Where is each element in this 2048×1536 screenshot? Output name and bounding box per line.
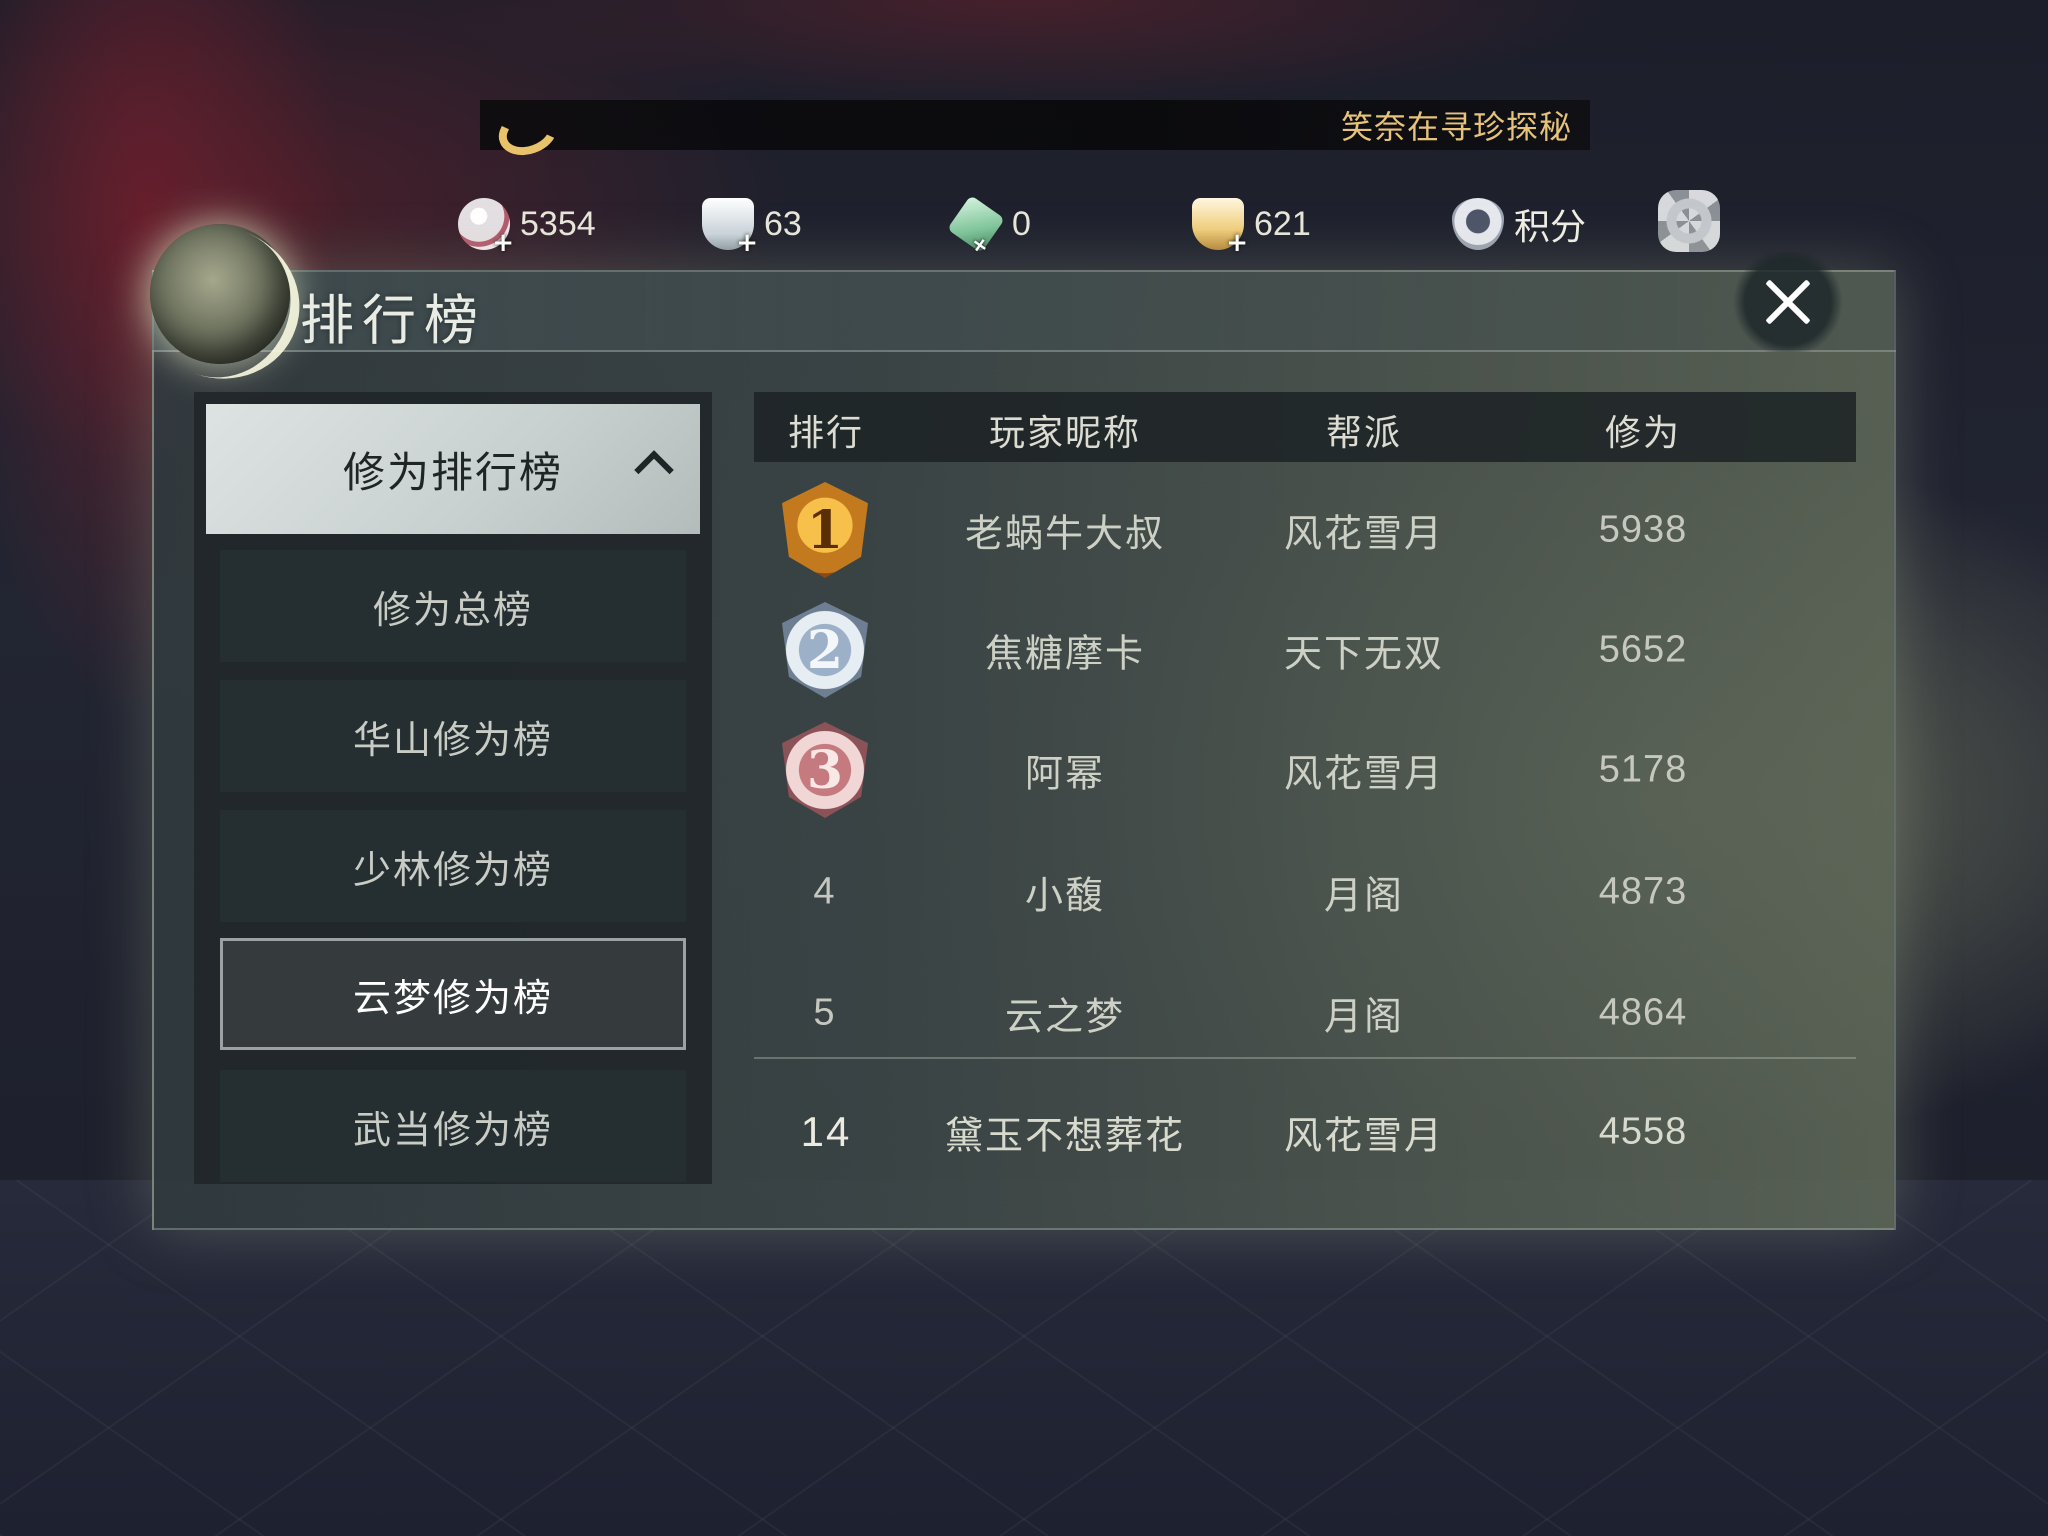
cultivation-score: 4873 bbox=[1598, 870, 1688, 913]
player-name: 云之梦 bbox=[1004, 994, 1126, 1039]
cultivation-score: 5178 bbox=[1598, 748, 1688, 791]
background-floor bbox=[0, 1180, 2048, 1536]
settings-icon[interactable] bbox=[1658, 190, 1720, 252]
guild-name: 月阁 bbox=[1323, 994, 1405, 1039]
score-button[interactable]: 积分 bbox=[1452, 198, 1586, 250]
currency-value: 0 bbox=[1012, 204, 1031, 243]
rank-number: 5 bbox=[813, 991, 837, 1034]
menu-item-huashan[interactable]: 华山修为榜 bbox=[220, 680, 686, 792]
rank-number: 4 bbox=[813, 870, 837, 913]
horn-icon bbox=[498, 110, 542, 140]
coin-icon bbox=[458, 198, 514, 258]
announcement-ticker[interactable]: 笑奈在寻珍探秘 bbox=[480, 100, 1590, 150]
menu-item-shaolin[interactable]: 少林修为榜 bbox=[220, 810, 686, 922]
ticker-text: 笑奈在寻珍探秘 bbox=[1340, 108, 1572, 146]
column-header-guild: 帮派 bbox=[1325, 413, 1403, 454]
menu-header-label: 修为排行榜 bbox=[342, 447, 563, 497]
menu-header-dropdown[interactable]: 修为排行榜 bbox=[206, 404, 700, 534]
currency-gold[interactable]: 621 bbox=[1192, 198, 1311, 258]
my-cultivation-score: 4558 bbox=[1598, 1110, 1688, 1153]
column-header-name: 玩家昵称 bbox=[988, 413, 1142, 454]
cultivation-score: 5938 bbox=[1598, 508, 1688, 551]
chevron-up-icon bbox=[634, 450, 674, 490]
panel-title: 排行榜 bbox=[300, 289, 486, 352]
currency-value: 621 bbox=[1254, 204, 1311, 243]
player-name: 焦糖摩卡 bbox=[984, 631, 1146, 676]
jade-icon bbox=[947, 195, 1005, 253]
close-icon bbox=[1763, 277, 1813, 327]
close-button[interactable] bbox=[1728, 252, 1848, 352]
menu-item-yunmeng[interactable]: 云梦修为榜 bbox=[220, 938, 686, 1050]
guild-name: 风花雪月 bbox=[1283, 511, 1445, 556]
moon-emblem-icon bbox=[150, 224, 290, 364]
currency-coin[interactable]: 5354 bbox=[458, 198, 596, 258]
cultivation-score: 4864 bbox=[1598, 991, 1688, 1034]
currency-silver[interactable]: 63 bbox=[702, 198, 802, 258]
score-label: 积分 bbox=[1514, 207, 1587, 248]
player-name: 小馥 bbox=[1024, 873, 1106, 918]
column-header-rank: 排行 bbox=[787, 413, 865, 454]
gold-ingot-icon bbox=[1192, 198, 1248, 258]
column-header-score: 修为 bbox=[1604, 413, 1682, 454]
table-divider bbox=[754, 1057, 1856, 1059]
table-header bbox=[754, 392, 1856, 462]
menu-item-total[interactable]: 修为总榜 bbox=[220, 550, 686, 662]
silver-ingot-icon bbox=[702, 198, 758, 258]
my-guild-name: 风花雪月 bbox=[1283, 1113, 1445, 1158]
currency-bar: 5354 63 0 621 积分 bbox=[440, 190, 1730, 260]
currency-value: 5354 bbox=[520, 204, 596, 243]
guild-name: 风花雪月 bbox=[1283, 751, 1445, 796]
menu-item-wudang[interactable]: 武当修为榜 bbox=[220, 1070, 686, 1182]
background-tree-top bbox=[420, 0, 1620, 110]
guild-name: 天下无双 bbox=[1283, 631, 1445, 676]
currency-value: 63 bbox=[764, 204, 802, 243]
guild-name: 月阁 bbox=[1323, 873, 1405, 918]
player-name: 老蜗牛大叔 bbox=[964, 511, 1166, 556]
player-name: 阿幂 bbox=[1024, 751, 1106, 796]
badge-icon bbox=[1452, 198, 1504, 250]
currency-jade[interactable]: 0 bbox=[947, 195, 1031, 253]
my-rank-number: 14 bbox=[800, 1108, 852, 1155]
my-player-name: 黛玉不想葬花 bbox=[944, 1113, 1186, 1158]
cultivation-score: 5652 bbox=[1598, 628, 1688, 671]
